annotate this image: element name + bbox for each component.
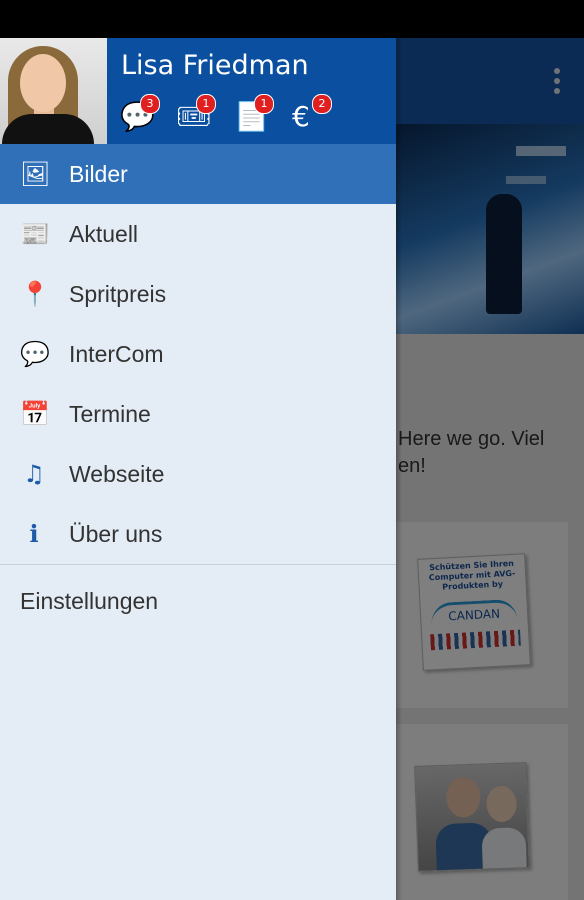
- music-note-icon: ♫: [23, 460, 45, 488]
- payments-notification[interactable]: € 2: [292, 94, 336, 134]
- image-icon: 🖼: [20, 160, 51, 188]
- calendar-icon: 📅: [20, 400, 50, 428]
- tickets-notification[interactable]: 🎟 1: [176, 94, 220, 134]
- notification-count: 1: [254, 94, 274, 114]
- menu-item-label: Aktuell: [69, 221, 139, 247]
- notification-count: 1: [196, 94, 216, 114]
- map-pin-icon: 📍: [20, 280, 50, 308]
- menu-item-label: Termine: [69, 401, 151, 427]
- navigation-drawer: Lisa Friedman 💬 3 🎟 1 📄 1 € 2 🖼 Bilder 📰…: [0, 38, 396, 900]
- documents-notification[interactable]: 📄 1: [234, 94, 278, 134]
- menu-item-spritpreis[interactable]: 📍 Spritpreis: [0, 264, 396, 324]
- menu-item-termine[interactable]: 📅 Termine: [0, 384, 396, 444]
- menu-item-label: Bilder: [69, 161, 128, 187]
- info-icon: ℹ: [29, 520, 39, 548]
- menu-item-label: Spritpreis: [69, 281, 167, 307]
- avatar[interactable]: [0, 38, 107, 144]
- menu-item-bilder[interactable]: 🖼 Bilder: [0, 144, 396, 204]
- messages-notification[interactable]: 💬 3: [120, 94, 164, 134]
- notification-count: 2: [312, 94, 332, 114]
- chat-icon: 💬: [20, 340, 50, 368]
- newspaper-icon: 📰: [20, 220, 50, 248]
- drawer-menu: 🖼 Bilder 📰 Aktuell 📍 Spritpreis 💬 InterC…: [0, 144, 396, 633]
- drawer-header: Lisa Friedman 💬 3 🎟 1 📄 1 € 2: [0, 38, 396, 144]
- menu-item-aktuell[interactable]: 📰 Aktuell: [0, 204, 396, 264]
- menu-item-label: Über uns: [69, 521, 163, 547]
- menu-item-webseite[interactable]: ♫ Webseite: [0, 444, 396, 504]
- menu-item-label: Webseite: [69, 461, 165, 487]
- user-name: Lisa Friedman: [121, 50, 309, 81]
- notification-count: 3: [140, 94, 160, 114]
- menu-item-label: Einstellungen: [20, 588, 159, 614]
- euro-icon: €: [292, 100, 310, 133]
- menu-item-einstellungen[interactable]: Einstellungen: [0, 565, 396, 633]
- menu-item-intercom[interactable]: 💬 InterCom: [0, 324, 396, 384]
- menu-item-label: InterCom: [69, 341, 164, 367]
- drawer-shadow: [396, 38, 402, 900]
- menu-item-ueber-uns[interactable]: ℹ Über uns: [0, 504, 396, 564]
- status-bar: [0, 0, 584, 38]
